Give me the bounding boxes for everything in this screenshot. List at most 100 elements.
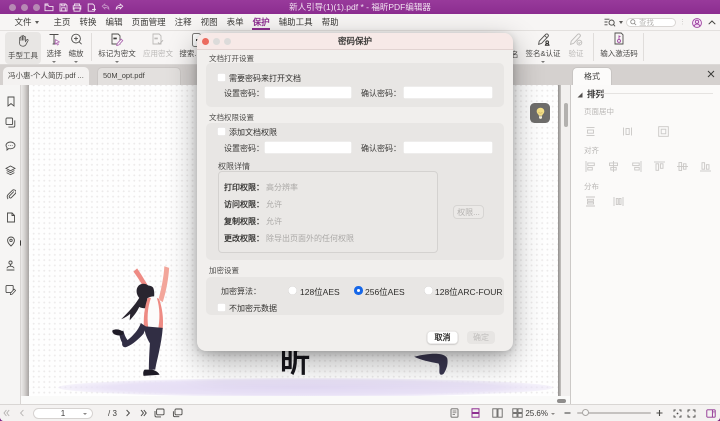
perm-set-password-input[interactable] [264,141,352,154]
toolbar-divider [643,33,644,61]
continuous-icon[interactable] [471,408,480,418]
menu-convert[interactable]: 转换 [75,14,101,30]
menu-view[interactable]: 视图 [196,14,222,30]
close-icon[interactable] [707,70,715,78]
zoom-slider-thumb[interactable] [582,409,589,416]
snapshot-icon[interactable] [154,408,165,418]
page-number-input[interactable]: 1 [33,408,93,419]
require-password-checkbox[interactable] [217,73,226,82]
zoom-out-icon[interactable] [564,409,571,417]
menu-file[interactable]: 文件 [10,14,43,30]
zoom-level[interactable]: 25.6% [525,409,555,418]
vertical-scrollbar[interactable] [564,103,568,127]
sign-certify-button[interactable]: 签名&认证 [519,32,567,63]
find-replace-icon[interactable] [604,18,623,27]
cancel-button[interactable]: 取消 [427,331,458,344]
lightbulb-icon [535,107,546,120]
fullscreen-icon[interactable] [687,409,696,418]
copy-permission-value: 允许 [266,216,282,227]
activation-code-button[interactable]: 输入激活码 [597,32,641,59]
format-panel: 排列 页面居中 对齐 分布 [570,85,720,404]
zoom-slider[interactable] [577,412,651,414]
perm-confirm-password-label: 确认密码： [361,143,401,154]
collapse-ribbon-icon[interactable] [708,20,716,25]
divider-dots: ⋮ [679,18,686,26]
clipboard-icon[interactable] [172,408,183,418]
select-tool-button[interactable]: 选择 [44,32,64,63]
print-permission-value: 高分辨率 [266,182,298,193]
stamp-icon[interactable] [5,259,17,271]
menu-page-management[interactable]: 页面管理 [127,14,170,30]
file-icon[interactable] [5,211,17,223]
horizontal-scrollbar[interactable] [557,399,566,403]
tip-button[interactable] [530,103,550,123]
chevron-down-icon [541,61,545,63]
radio-128-arcfour-label: 128位ARC-FOUR [435,286,503,298]
mark-redact-button[interactable]: 标记为密文 [97,32,137,63]
menu-protect[interactable]: 保护 [248,14,274,30]
chevron-down-icon [115,61,119,63]
radio-256-aes-label: 256位AES [365,286,405,298]
comments-icon[interactable] [5,140,17,152]
confirm-password-input[interactable] [403,86,493,99]
menu-home[interactable]: 主页 [49,14,75,30]
attachment-icon[interactable] [5,188,17,200]
hand-tool-button[interactable]: 手型工具 [5,32,41,64]
layers-icon[interactable] [5,164,17,176]
fit-page-icon[interactable] [673,409,682,418]
menu-form[interactable]: 表单 [222,14,248,30]
chevron-down-icon [35,21,39,24]
collapse-triangle-icon[interactable] [577,92,583,98]
permission-detail-button: 权限... [453,205,484,219]
person-shoe-up [112,329,123,335]
align-left-icon [585,161,596,172]
encryption-settings-panel: 加密算法： 128位AES 256位AES 128位ARC-FOUR 不加密元数… [206,277,504,315]
menu-edit[interactable]: 编辑 [101,14,127,30]
account-icon[interactable] [692,18,702,28]
set-password-input[interactable] [264,86,352,99]
menu-comment[interactable]: 注释 [170,14,196,30]
last-page-icon[interactable] [140,409,147,417]
change-permission-label: 更改权限： [224,233,264,244]
zoom-in-icon[interactable] [656,409,663,417]
facing-continuous-icon[interactable] [512,408,523,418]
dialog-title: 密码保护 [197,33,513,50]
form-field-icon[interactable] [5,283,17,295]
destination-icon[interactable] [5,235,17,247]
toolbar-divider [91,33,92,61]
zoom-icon [66,32,86,46]
select-text-icon [44,32,64,46]
radio-128-arcfour[interactable] [424,286,433,295]
no-encrypt-metadata-label: 不加密元数据 [229,303,277,314]
reading-mode-icon[interactable] [706,409,716,418]
menu-accessibility[interactable]: 辅助工具 [274,14,317,30]
dialog-close-button[interactable] [202,38,209,45]
radio-128-aes[interactable] [288,286,297,295]
no-encrypt-metadata-checkbox[interactable] [217,303,226,312]
facing-icon[interactable] [492,408,503,418]
scrollbar-gutter [561,85,570,396]
single-page-icon[interactable] [450,408,459,418]
dialog-minimize-button [213,38,220,45]
radio-256-aes[interactable] [354,286,363,295]
person-right-arm [158,266,169,302]
zoom-tool-button[interactable]: 缩放 [66,32,86,63]
next-page-icon[interactable] [125,409,131,417]
doc-tab-active[interactable]: 冯小惠-个人简历.pdf ... [3,67,89,85]
statusbar: 1 / 3 25.6% [0,404,720,421]
page-thumbnails-icon[interactable] [5,116,17,128]
align-vcenter-icon [677,161,688,172]
menu-help[interactable]: 帮助 [317,14,343,30]
app-window: 新人引导(1)(1).pdf * - 福昕PDF编辑器 文件 主页 转换 编辑 … [0,0,720,421]
chevron-down-icon [52,61,56,63]
copy-permission-label: 复制权限： [224,216,264,227]
bookmark-icon[interactable] [5,95,17,107]
add-permission-checkbox[interactable] [217,127,226,136]
format-panel-tab[interactable]: 格式 [572,67,612,85]
perm-confirm-password-input[interactable] [403,141,493,154]
doc-tab-inactive[interactable]: 50M_opt.pdf [97,67,181,85]
search-input[interactable]: 查找 [626,18,676,28]
ok-button: 确定 [467,331,495,344]
person-illustration [111,263,175,383]
require-password-label: 需要密码来打开文档 [229,73,301,84]
